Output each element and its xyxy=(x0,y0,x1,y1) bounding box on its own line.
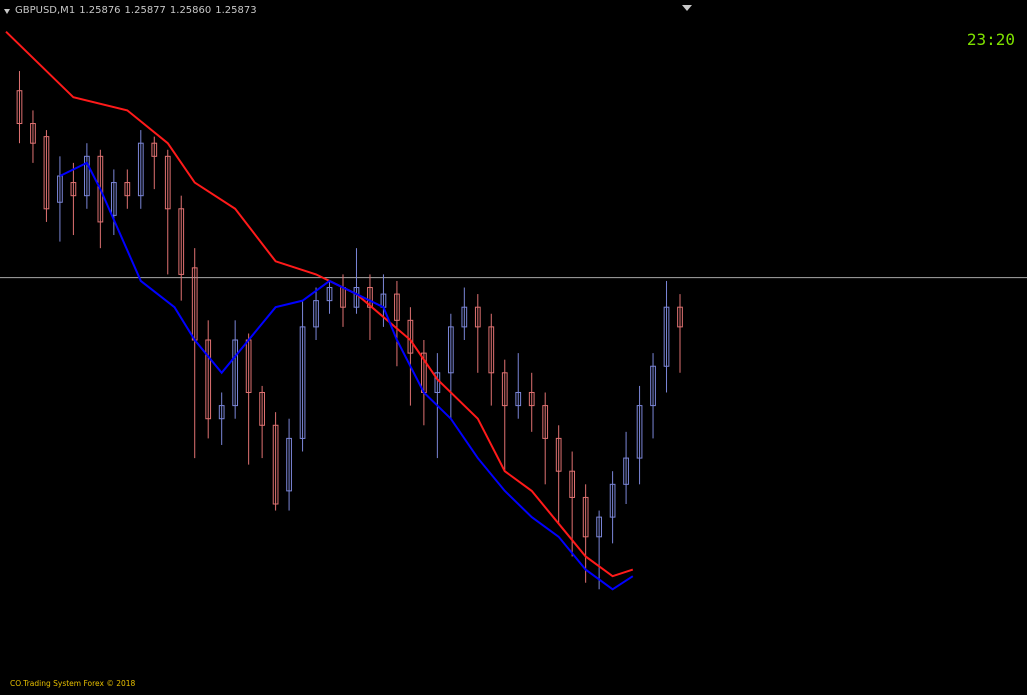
chart-shift-triangle-down-icon[interactable] xyxy=(682,5,692,11)
copyright-label: CO.Trading System Forex © 2018 xyxy=(10,679,136,688)
price-chart[interactable] xyxy=(0,0,1027,695)
ohlc-open: 1.25876 xyxy=(79,5,121,16)
symbol-info-bar: GBPUSD,M1 1.25876 1.25877 1.25860 1.2587… xyxy=(4,5,257,17)
clock-label: 23:20 xyxy=(966,30,1015,49)
ohlc-low: 1.25860 xyxy=(169,5,212,16)
chart-window[interactable]: GBPUSD,M1 1.25876 1.25877 1.25860 1.2587… xyxy=(0,0,1027,695)
support-line xyxy=(59,161,634,591)
ohlc-close: 1.25873 xyxy=(215,5,257,16)
resistance-line xyxy=(5,30,634,578)
symbol-timeframe: GBPUSD,M1 xyxy=(15,5,76,16)
ohlc-high: 1.25877 xyxy=(124,5,166,16)
triangle-down-icon[interactable] xyxy=(4,8,10,14)
